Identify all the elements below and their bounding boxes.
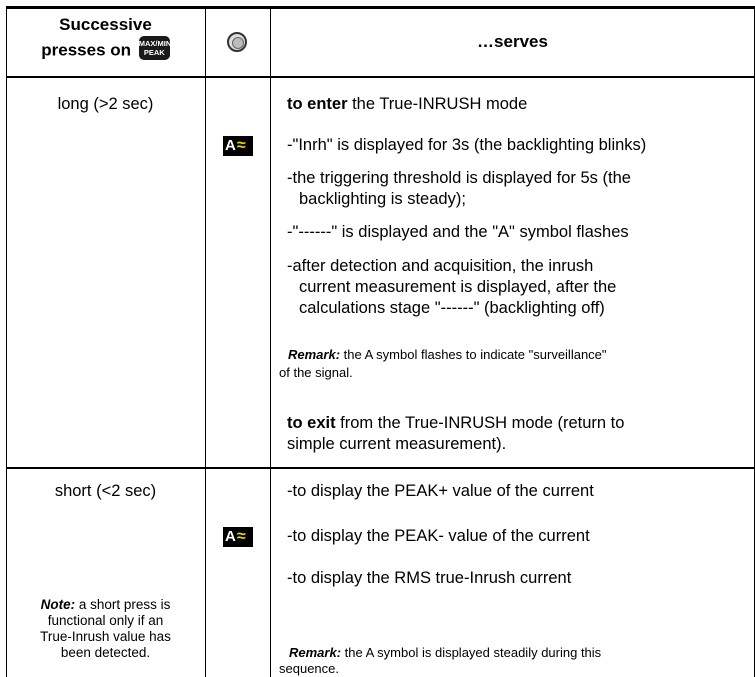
- step-line: backlighting is steady);: [299, 190, 466, 208]
- step-line: -"------" is displayed and the "A" symbo…: [287, 223, 629, 241]
- exit-bold: to exit: [287, 414, 336, 432]
- header-col1: Successive presses on MAX/MIN PEAK: [6, 14, 205, 63]
- header-col3: …serves: [477, 32, 548, 51]
- long-press-label: long (>2 sec): [57, 95, 154, 113]
- inrush-icon-letter: A: [225, 137, 236, 154]
- header-col1-line1: Successive: [59, 15, 152, 34]
- enter-bold: to enter: [287, 95, 348, 113]
- short-press-label: short (<2 sec): [54, 482, 157, 500]
- note-line4: been detected.: [60, 645, 151, 660]
- enter-mode-text: to enter the True-INRUSH mode: [287, 95, 527, 114]
- rotary-switch-icon: [227, 32, 247, 52]
- short-remark-label: Remark:: [289, 645, 342, 660]
- enter-rest: the True-INRUSH mode: [347, 95, 528, 113]
- short-remark-rest: the A symbol is displayed steadily durin…: [341, 645, 602, 660]
- note-line2: functional only if an: [47, 613, 164, 628]
- col-divider-2: [270, 6, 271, 677]
- row-divider: [6, 467, 755, 469]
- note-rest: a short press is: [75, 597, 171, 612]
- header-bottom-border: [6, 76, 755, 78]
- step-line: -after detection and acquisition, the in…: [287, 257, 594, 275]
- step-line: current measurement is displayed, after …: [299, 278, 617, 296]
- short-remark-line2: sequence.: [279, 661, 339, 676]
- header-col1-line2-text: presses on: [41, 40, 132, 60]
- table-top-border: [6, 6, 755, 9]
- exit-line2: simple current measurement).: [287, 435, 507, 453]
- wave-icon-2: ≈: [236, 528, 246, 545]
- inrush-mode-icon-2: A≈: [223, 527, 253, 547]
- key-label-top: MAX/MIN: [138, 39, 172, 48]
- col-divider-1: [205, 6, 206, 677]
- exit-mode-text: to exit from the True-INRUSH mode (retur…: [287, 414, 624, 433]
- short-remark: Remark: the A symbol is displayed steadi…: [289, 645, 601, 661]
- short-item: -to display the RMS true-Inrush current: [287, 569, 572, 587]
- note-line1: Note: a short press is: [6, 597, 205, 613]
- max-min-peak-key-icon: MAX/MIN PEAK: [138, 36, 172, 60]
- header-col1-line2: presses on MAX/MIN PEAK: [6, 36, 205, 63]
- inrush-icon-letter-2: A: [225, 528, 236, 545]
- step-line: -"Inrh" is displayed for 3s (the backlig…: [287, 136, 647, 154]
- long-remark: Remark: the A symbol flashes to indicate…: [288, 347, 607, 363]
- wave-icon: ≈: [236, 137, 246, 154]
- long-remark-rest: the A symbol flashes to indicate "survei…: [340, 347, 607, 362]
- inrush-mode-icon: A≈: [223, 136, 253, 156]
- step-line: calculations stage "------" (backlightin…: [299, 299, 605, 317]
- short-note: Note: a short press is functional only i…: [6, 597, 205, 661]
- step-line: -the triggering threshold is displayed f…: [287, 169, 631, 187]
- note-label: Note:: [40, 597, 76, 612]
- short-item: -to display the PEAK+ value of the curre…: [287, 482, 594, 500]
- long-remark-label: Remark:: [288, 347, 341, 362]
- long-remark-line2: of the signal.: [279, 365, 353, 380]
- exit-rest: from the True-INRUSH mode (return to: [335, 414, 625, 432]
- note-line3: True-Inrush value has: [40, 629, 171, 644]
- key-label-bottom: PEAK: [143, 48, 165, 57]
- short-item: -to display the PEAK- value of the curre…: [287, 527, 590, 545]
